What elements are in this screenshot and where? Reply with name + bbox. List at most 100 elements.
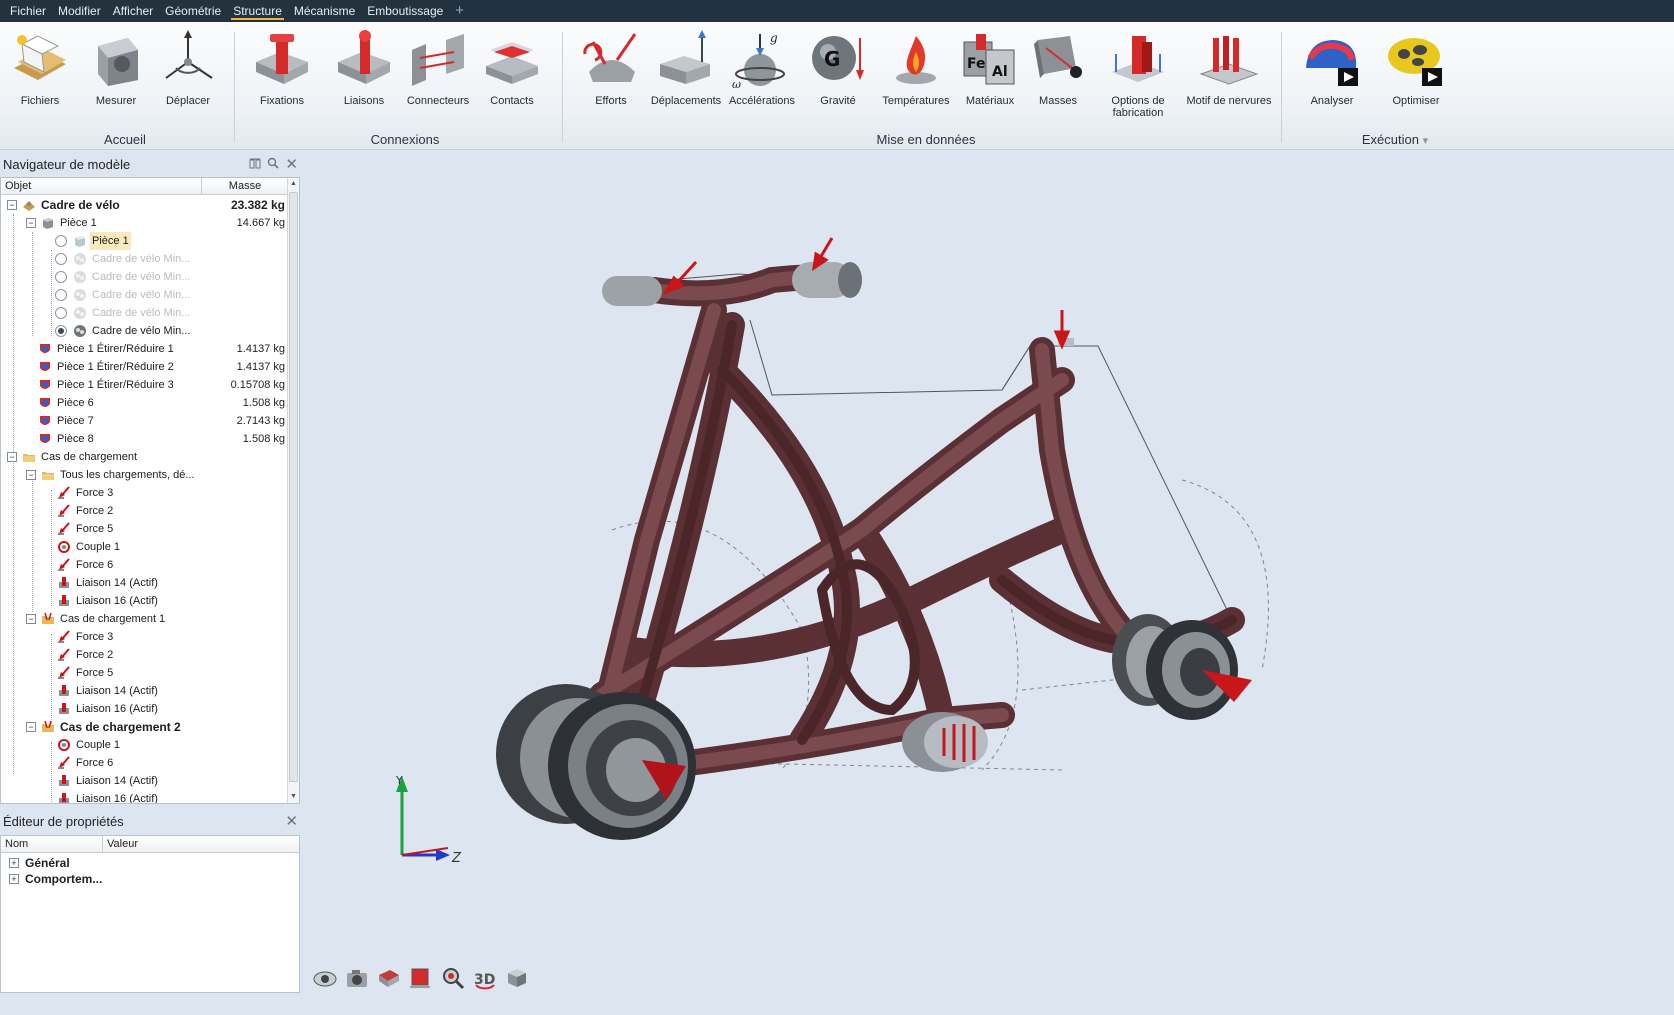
tree-row[interactable]: Pièce 1 Étirer/Réduire 3 0.15708 kg — [1, 376, 287, 394]
collapse-icon[interactable]: − — [7, 200, 17, 210]
plane-icon[interactable] — [408, 965, 434, 991]
ribbon-button-gravite[interactable]: G Gravité — [802, 28, 874, 128]
tree-scrollbar[interactable]: ▲ ▼ — [287, 178, 299, 803]
tree-row[interactable]: Liaison 14 (Actif) — [1, 772, 287, 790]
ribbon-button-analyser[interactable]: Analyser — [1296, 28, 1368, 128]
tree-row[interactable]: Force 3 — [1, 484, 287, 502]
ribbon-button-deplacements[interactable]: Déplacements — [650, 28, 722, 128]
ribbon-button-options-fabrication[interactable]: Options de fabrication — [1102, 28, 1174, 128]
shield-icon — [38, 342, 52, 356]
tree-row[interactable]: Force 3 — [1, 628, 287, 646]
zoom-icon[interactable] — [440, 965, 466, 991]
radio-button[interactable] — [55, 307, 67, 319]
menu-geometrie[interactable]: Géométrie — [159, 0, 227, 22]
radio-button[interactable] — [55, 325, 67, 337]
tree-row[interactable]: Cadre de vélo Min... — [1, 250, 287, 268]
property-column-header: Nom Valeur — [1, 836, 299, 853]
scroll-up-icon[interactable]: ▲ — [288, 178, 299, 190]
ribbon-button-accelerations[interactable]: g ω Accélérations — [726, 28, 798, 128]
property-group-general[interactable]: + Général — [1, 855, 299, 871]
search-icon[interactable] — [267, 153, 279, 177]
add-tab-button[interactable]: + — [449, 0, 470, 22]
collapse-icon[interactable]: − — [7, 452, 17, 462]
tree-row[interactable]: Couple 1 — [1, 538, 287, 556]
tree-row[interactable]: Liaison 16 (Actif) — [1, 700, 287, 718]
tree-row[interactable]: Cadre de vélo Min... — [1, 268, 287, 286]
menu-structure[interactable]: Structure — [227, 0, 288, 22]
tree-row[interactable]: Liaison 14 (Actif) — [1, 682, 287, 700]
expand-icon[interactable]: + — [9, 874, 19, 884]
tree-row[interactable]: Force 5 — [1, 520, 287, 538]
tree-row[interactable]: Force 6 — [1, 556, 287, 574]
view-eye-icon[interactable] — [312, 965, 338, 991]
collapse-icon[interactable]: − — [26, 470, 36, 480]
menu-mecanisme[interactable]: Mécanisme — [288, 0, 361, 22]
tree-row[interactable]: Pièce 6 1.508 kg — [1, 394, 287, 412]
radio-button[interactable] — [55, 289, 67, 301]
radio-button[interactable] — [55, 235, 67, 247]
scroll-thumb[interactable] — [289, 192, 298, 782]
tree-row[interactable]: Liaison 16 (Actif) — [1, 790, 287, 803]
ribbon-button-fixations[interactable]: Fixations — [246, 28, 318, 128]
tree-row[interactable]: Liaison 16 (Actif) — [1, 592, 287, 610]
expand-icon[interactable]: + — [9, 858, 19, 868]
close-icon[interactable]: ✕ — [285, 153, 298, 177]
menu-afficher[interactable]: Afficher — [107, 0, 159, 22]
scroll-down-icon[interactable]: ▼ — [288, 791, 299, 803]
close-icon[interactable]: ✕ — [285, 810, 298, 834]
ribbon-button-liaisons[interactable]: Liaisons — [328, 28, 400, 128]
ribbon-button-connecteurs[interactable]: Connecteurs — [402, 28, 474, 128]
menu-emboutissage[interactable]: Emboutissage — [361, 0, 449, 22]
tree-row[interactable]: − Cas de chargement — [1, 448, 287, 466]
cube-view-icon[interactable] — [504, 965, 530, 991]
ribbon-button-optimiser[interactable]: Optimiser — [1380, 28, 1452, 128]
tree-row[interactable]: Pièce 1 Étirer/Réduire 2 1.4137 kg — [1, 358, 287, 376]
tree-row[interactable]: − Tous les chargements, dé... — [1, 466, 287, 484]
camera-icon[interactable] — [344, 965, 370, 991]
menu-fichier[interactable]: Fichier — [4, 0, 52, 22]
tree-row[interactable]: Force 5 — [1, 664, 287, 682]
menu-modifier[interactable]: Modifier — [52, 0, 107, 22]
collapse-icon[interactable]: − — [26, 722, 36, 732]
display-3d-icon[interactable]: 3D — [472, 965, 498, 991]
ribbon-button-deplacer[interactable]: Déplacer — [152, 28, 224, 128]
ribbon-button-efforts[interactable]: Efforts — [575, 28, 647, 128]
property-group-comportement[interactable]: + Comportem... — [1, 871, 299, 887]
ribbon-button-masses[interactable]: Masses — [1022, 28, 1094, 128]
column-header-mass[interactable]: Masse — [202, 178, 289, 195]
tree-row[interactable]: Pièce 7 2.7143 kg — [1, 412, 287, 430]
tree-row[interactable]: − Cas de chargement 1 — [1, 610, 287, 628]
3d-viewport[interactable]: Y Z — [302, 150, 1674, 1015]
tree-row[interactable]: Pièce 1 — [1, 232, 287, 250]
radio-button[interactable] — [55, 253, 67, 265]
tree-options-icon[interactable] — [249, 153, 261, 177]
tree-row[interactable]: − Pièce 1 14.667 kg — [1, 214, 287, 232]
radio-button[interactable] — [55, 271, 67, 283]
tree-row[interactable]: Force 2 — [1, 646, 287, 664]
tree-row[interactable]: Force 2 — [1, 502, 287, 520]
group-label-execution[interactable]: Exécution ▾ — [1340, 132, 1450, 147]
column-header-name[interactable]: Nom — [1, 836, 103, 853]
tree-row[interactable]: − Cadre de vélo 23.382 kg — [1, 196, 287, 214]
tree-row[interactable]: Cadre de vélo Min... — [1, 322, 287, 340]
ribbon-button-contacts[interactable]: Contacts — [476, 28, 548, 128]
ribbon-button-mesurer[interactable]: Mesurer — [80, 28, 152, 128]
tree-row[interactable]: Liaison 14 (Actif) — [1, 574, 287, 592]
tree-row[interactable]: Force 6 — [1, 754, 287, 772]
column-header-object[interactable]: Objet — [1, 178, 202, 195]
tree-row-label: Force 6 — [76, 757, 114, 769]
collapse-icon[interactable]: − — [26, 614, 36, 624]
section-icon[interactable] — [376, 965, 402, 991]
ribbon-button-motif-nervures[interactable]: Motif de nervures — [1186, 28, 1272, 128]
tree-row[interactable]: Cadre de vélo Min... — [1, 286, 287, 304]
tree-row[interactable]: Pièce 1 Étirer/Réduire 1 1.4137 kg — [1, 340, 287, 358]
tree-row[interactable]: − Cas de chargement 2 — [1, 718, 287, 736]
ribbon-button-temperatures[interactable]: Températures — [880, 28, 952, 128]
tree-row[interactable]: Cadre de vélo Min... — [1, 304, 287, 322]
ribbon-button-fichiers[interactable]: Fichiers — [4, 28, 76, 128]
ribbon-button-materiaux[interactable]: Fe Al Matériaux — [954, 28, 1026, 128]
tree-row[interactable]: Pièce 8 1.508 kg — [1, 430, 287, 448]
collapse-icon[interactable]: − — [26, 218, 36, 228]
column-header-value[interactable]: Valeur — [103, 836, 299, 853]
tree-row[interactable]: Couple 1 — [1, 736, 287, 754]
